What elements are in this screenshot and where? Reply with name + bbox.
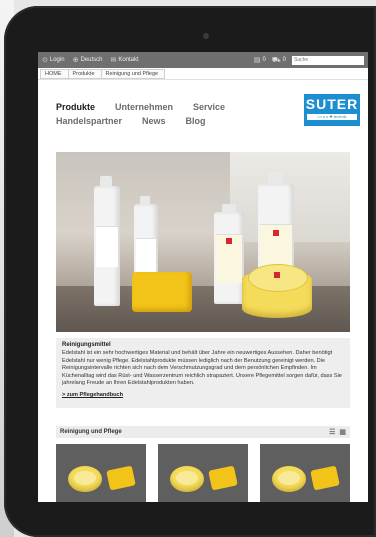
product-card[interactable] [260, 444, 350, 502]
nav-blog[interactable]: Blog [186, 116, 206, 126]
cleaner-bottle [214, 212, 244, 304]
article-body: Edelstahl ist ein sehr hochwertiges Mate… [62, 350, 342, 387]
product-jar-image [272, 466, 306, 492]
cart-button[interactable]: ⛟ 0 [272, 56, 286, 65]
web-page: ⊙Login ⊕Deutsch ✉Kontakt ▤0 ⛟0 HOME Prod… [38, 52, 368, 502]
product-sponge-image [106, 465, 136, 491]
camera-icon [203, 33, 209, 39]
cart-icon: ⛟ [271, 56, 281, 64]
product-section-header: Reinigung und Pflege ☰ ▦ [56, 426, 350, 438]
jar-lid [248, 264, 308, 292]
product-grid [56, 444, 350, 502]
language-selector[interactable]: ⊕ Deutsch [73, 56, 103, 64]
grid-view-icon[interactable]: ▦ [339, 428, 346, 436]
nav-produkte[interactable]: Produkte [56, 102, 95, 112]
product-card[interactable] [158, 444, 248, 502]
product-jar-image [170, 466, 204, 492]
breadcrumb: HOME Produkte Reinigung und Pflege [38, 68, 368, 80]
product-jar-image [68, 466, 102, 492]
document-icon: ▤ [253, 57, 261, 64]
breadcrumb-current[interactable]: Reinigung und Pflege [100, 68, 166, 79]
swiss-cross-icon [226, 238, 232, 244]
breadcrumb-home[interactable]: HOME [40, 68, 69, 79]
globe-icon: ⊕ [72, 57, 79, 64]
main-navigation: Produkte Unternehmen Service Handelspart… [56, 102, 245, 130]
login-link[interactable]: ⊙ Login [42, 56, 65, 64]
article-section: Reinigungsmittel Edelstahl ist ein sehr … [56, 338, 350, 408]
lock-icon: ⊙ [42, 57, 48, 64]
nav-service[interactable]: Service [193, 102, 225, 112]
nav-handelspartner[interactable]: Handelspartner [56, 116, 122, 126]
product-sponge-image [208, 465, 238, 491]
search-input[interactable] [292, 55, 364, 65]
documents-button[interactable]: ▤ 0 [254, 56, 266, 64]
product-section-title: Reinigung und Pflege [60, 429, 122, 435]
nav-unternehmen[interactable]: Unternehmen [115, 102, 173, 112]
product-card[interactable] [56, 444, 146, 502]
care-handbook-link[interactable]: > zum Pflegehandbuch [62, 392, 344, 398]
utility-bar: ⊙ Login ⊕ Deutsch ✉ Kontakt ▤ 0 ⛟ 0 [38, 52, 368, 68]
product-sponge-image [310, 465, 340, 491]
article-title: Reinigungsmittel [62, 342, 111, 348]
suter-logo[interactable]: SUTER i n o x ✚ technik [304, 94, 360, 126]
sponge [132, 272, 192, 312]
hero-product-image [56, 152, 350, 332]
contact-link[interactable]: ✉ Kontakt [110, 56, 138, 64]
site-header: Produkte Unternehmen Service Handelspart… [38, 80, 368, 152]
cleaner-bottle [94, 186, 120, 306]
swiss-cross-icon [273, 230, 279, 236]
swiss-cross-icon [274, 272, 280, 278]
mail-icon: ✉ [110, 57, 117, 64]
tablet-device: ⊙Login ⊕Deutsch ✉Kontakt ▤0 ⛟0 HOME Prod… [4, 6, 376, 537]
nav-news[interactable]: News [142, 116, 166, 126]
list-view-icon[interactable]: ☰ [329, 428, 335, 436]
breadcrumb-products[interactable]: Produkte [67, 68, 102, 79]
